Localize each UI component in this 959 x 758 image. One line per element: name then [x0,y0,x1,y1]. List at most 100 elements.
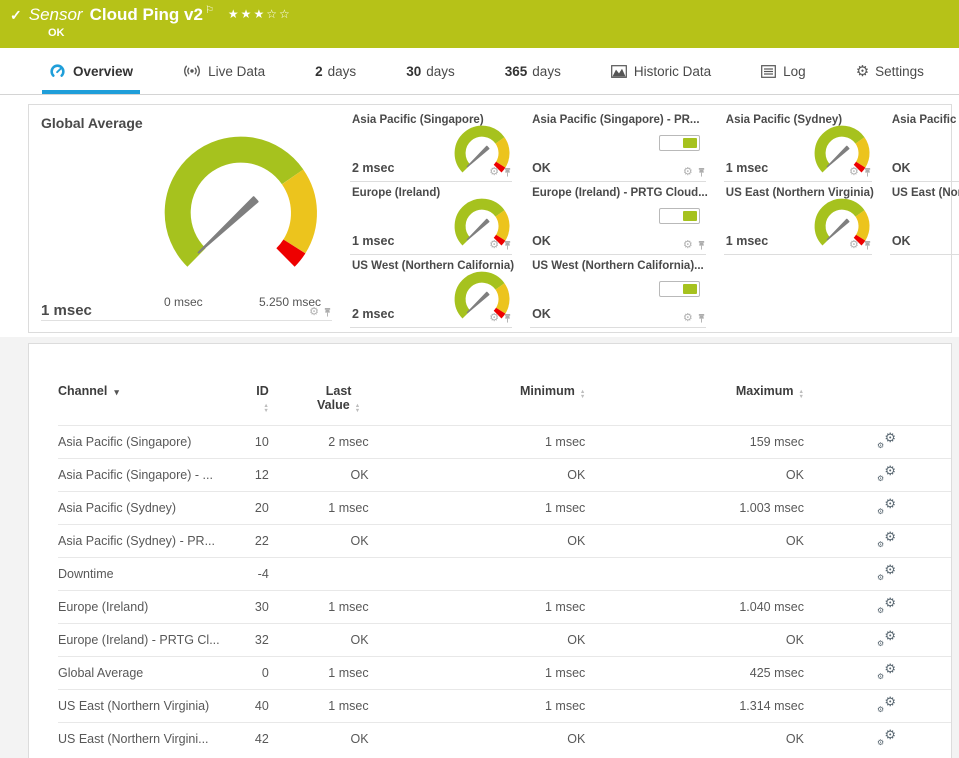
status-switch-icon [659,281,700,297]
tab-live-data[interactable]: Live Data [176,48,272,94]
live-data-icon [183,64,201,78]
sort-icon: ▲▼ [799,390,804,399]
column-label: Last Value [317,384,351,412]
cell-id: 0 [247,657,287,690]
status-switch-icon [659,135,700,151]
tab-historic-data[interactable]: Historic Data [604,48,718,94]
channel-tile-europe-ireland-prtg[interactable]: Europe (Ireland) - PRTG Cloud... OK ⚙ [524,182,718,255]
table-row: US East (Northern Virginia) 40 1 msec 1 … [58,690,951,723]
pin-icon[interactable] [863,240,872,251]
sensor-status: OK [48,27,65,39]
tab-label: Overview [73,64,133,79]
gear-icon[interactable]: ⚙ [683,313,693,324]
channel-settings-icon[interactable]: ⚙⚙ [877,729,896,746]
cell-actions: ⚙⚙ [822,624,951,657]
channel-tile-grid: Asia Pacific (Singapore) 2 msec ⚙ Asia P… [344,109,949,328]
tab-settings[interactable]: ⚙ Settings [849,48,931,94]
gear-icon[interactable]: ⚙ [849,240,859,251]
gear-icon[interactable]: ⚙ [489,313,499,324]
log-icon [761,65,776,78]
gear-icon[interactable]: ⚙ [683,240,693,251]
column-header-id[interactable]: ID▲▼ [247,380,287,426]
priority-flag-icon[interactable]: ⚐ [205,5,214,16]
channel-settings-icon[interactable]: ⚙⚙ [877,564,896,581]
cell-maximum: 159 msec [603,426,822,459]
channel-tile-us-west-northern-california-prtg[interactable]: US West (Northern California)... OK ⚙ [524,255,718,328]
pin-icon[interactable] [697,313,706,324]
pin-icon[interactable] [503,313,512,324]
channel-tile-asia-pacific-singapore-prtg[interactable]: Asia Pacific (Singapore) - PR... OK ⚙ [524,109,718,182]
tab-label: Log [783,64,806,79]
gear-icon[interactable]: ⚙ [309,307,319,318]
table-row: Europe (Ireland) 30 1 msec 1 msec 1.040 … [58,591,951,624]
tab-log[interactable]: Log [754,48,813,94]
channel-tile-asia-pacific-sydney-prtg[interactable]: Asia Pacific (Sydney) - PRTG ... OK ⚙ [884,109,959,182]
channel-tile-europe-ireland[interactable]: Europe (Ireland) 1 msec ⚙ [344,182,524,255]
tab-overview[interactable]: Overview [42,48,140,94]
channel-settings-icon[interactable]: ⚙⚙ [877,663,896,680]
column-header-channel[interactable]: Channel▾ [58,380,247,426]
cell-id: 12 [247,459,287,492]
gauge-scale-min: 0 msec [164,295,203,309]
column-header-last-value[interactable]: Last Value▲▼ [287,380,387,426]
column-header-maximum[interactable]: Maximum ▲▼ [603,380,822,426]
cell-maximum: 1.314 msec [603,690,822,723]
channel-settings-icon[interactable]: ⚙⚙ [877,498,896,515]
cell-actions: ⚙⚙ [822,426,951,459]
pin-icon[interactable] [503,167,512,178]
switch-knob [683,284,697,294]
gauge-icon [49,63,66,80]
channel-tile-asia-pacific-singapore[interactable]: Asia Pacific (Singapore) 2 msec ⚙ [344,109,524,182]
cell-actions: ⚙⚙ [822,690,951,723]
cell-id: 42 [247,723,287,756]
pin-icon[interactable] [863,167,872,178]
table-row: Global Average 0 1 msec 1 msec 425 msec … [58,657,951,690]
tile-value: 1 msec [352,234,394,248]
tab-2-days[interactable]: 2 days [308,48,363,94]
priority-stars[interactable]: ★★★☆☆ [228,7,292,21]
tile-title: Global Average [41,115,143,131]
tile-value: OK [532,234,551,248]
cell-channel: Asia Pacific (Sydney) [58,492,247,525]
sensor-label: Sensor [29,5,83,25]
column-label: Maximum [736,384,794,398]
cell-maximum: 1.003 msec [603,492,822,525]
table-row: Asia Pacific (Singapore) 10 2 msec 1 mse… [58,426,951,459]
tab-365-days[interactable]: 365 days [498,48,568,94]
tab-30-days[interactable]: 30 days [399,48,462,94]
gear-icon[interactable]: ⚙ [489,240,499,251]
channel-settings-icon[interactable]: ⚙⚙ [877,531,896,548]
cell-actions: ⚙⚙ [822,591,951,624]
channel-settings-icon[interactable]: ⚙⚙ [877,432,896,449]
cell-maximum: OK [603,624,822,657]
cell-channel: Asia Pacific (Singapore) - ... [58,459,247,492]
cell-minimum: OK [387,723,604,756]
channel-tile-asia-pacific-sydney[interactable]: Asia Pacific (Sydney) 1 msec ⚙ [718,109,884,182]
table-row: Asia Pacific (Sydney) 20 1 msec 1 msec 1… [58,492,951,525]
channel-settings-icon[interactable]: ⚙⚙ [877,696,896,713]
column-header-minimum[interactable]: Minimum▲▼ [387,380,604,426]
pin-icon[interactable] [323,307,332,318]
cell-channel: US East (Northern Virgini... [58,723,247,756]
channel-tile-us-east-northern-virginia-prtg[interactable]: US East (Northern Virginia) - ... OK ⚙ [884,182,959,255]
column-label: ID [256,384,269,398]
table-row: Asia Pacific (Sydney) - PR... 22 OK OK O… [58,525,951,558]
pin-icon[interactable] [697,167,706,178]
global-average-tile[interactable]: Global Average 0 msec 5.250 msec 1 msec … [29,105,344,332]
channel-tile-us-west-northern-california[interactable]: US West (Northern California) 2 msec ⚙ [344,255,524,328]
channel-settings-icon[interactable]: ⚙⚙ [877,630,896,647]
cell-id: 32 [247,624,287,657]
gear-icon[interactable]: ⚙ [683,167,693,178]
cell-minimum: OK [387,459,604,492]
channel-settings-icon[interactable]: ⚙⚙ [877,465,896,482]
gear-icon[interactable]: ⚙ [849,167,859,178]
gear-icon[interactable]: ⚙ [489,167,499,178]
tile-value: OK [892,234,911,248]
channel-tile-us-east-northern-virginia[interactable]: US East (Northern Virginia) 1 msec ⚙ [718,182,884,255]
pin-icon[interactable] [503,240,512,251]
divider [41,320,332,321]
channel-settings-icon[interactable]: ⚙⚙ [877,597,896,614]
pin-icon[interactable] [697,240,706,251]
tile-value: 1 msec [41,302,92,319]
cell-maximum: 1.040 msec [603,591,822,624]
